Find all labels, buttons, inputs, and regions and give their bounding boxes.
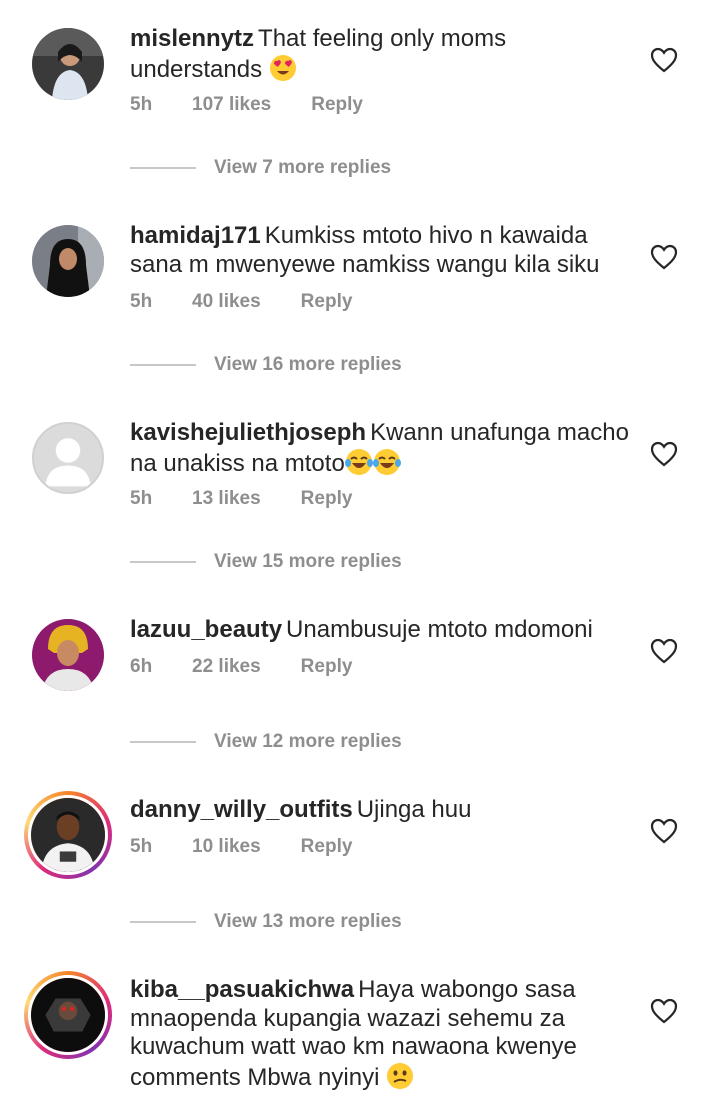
comment-likes[interactable]: 10 likes xyxy=(192,836,261,858)
confused-face-emoji-icon xyxy=(387,1062,414,1089)
avatar-story-ring[interactable] xyxy=(24,791,112,879)
reply-button[interactable]: Reply xyxy=(301,488,353,510)
comment-username[interactable]: lazuu_beauty xyxy=(130,616,282,643)
comment-username[interactable]: kavishejuliethjoseph xyxy=(130,419,366,446)
comments-list: mislennytz That feeling only moms underst… xyxy=(0,0,720,1118)
heart-icon[interactable] xyxy=(650,47,678,73)
replies-divider xyxy=(130,741,196,743)
reply-button[interactable]: Reply xyxy=(311,94,363,116)
replies-divider xyxy=(130,921,196,923)
heart-icon[interactable] xyxy=(650,818,678,844)
comment-username[interactable]: danny_willy_outfits xyxy=(130,796,353,823)
avatar xyxy=(28,795,108,875)
reply-button[interactable]: Reply xyxy=(301,836,353,858)
default-avatar-icon xyxy=(34,424,102,492)
view-replies-label[interactable]: View 7 more replies xyxy=(214,157,391,179)
reply-button[interactable]: Reply xyxy=(301,656,353,678)
avatar[interactable] xyxy=(32,225,104,297)
comment-text: Unambusuje mtoto mdomoni xyxy=(286,616,593,643)
comment-username[interactable]: mislennytz xyxy=(130,25,254,52)
heart-icon[interactable] xyxy=(650,638,678,664)
view-replies-label[interactable]: View 15 more replies xyxy=(214,551,402,573)
reply-button[interactable]: Reply xyxy=(301,291,353,313)
laughing-tears-emoji-icon xyxy=(344,448,373,475)
heart-eyes-emoji-icon xyxy=(269,54,296,81)
comment-meta: 6h 22 likes Reply xyxy=(130,656,352,678)
comment-meta: 5h 13 likes Reply xyxy=(130,488,352,510)
comment-text: Ujinga huu xyxy=(356,796,472,823)
comment-time: 6h xyxy=(130,656,153,677)
heart-icon[interactable] xyxy=(650,441,678,467)
heart-icon[interactable] xyxy=(650,998,678,1024)
replies-divider xyxy=(130,167,196,169)
replies-divider xyxy=(130,561,196,563)
comment-likes[interactable]: 107 likes xyxy=(192,94,271,116)
comment-likes[interactable]: 13 likes xyxy=(192,488,261,510)
avatar xyxy=(28,975,108,1055)
comment-username[interactable]: hamidaj171 xyxy=(130,222,261,249)
comment-username[interactable]: kiba__pasuakichwa xyxy=(130,976,354,1003)
view-replies-button[interactable]: View 15 more replies xyxy=(130,551,402,573)
avatar[interactable] xyxy=(32,422,104,494)
avatar-photo xyxy=(31,978,105,1052)
laughing-tears-emoji-icon xyxy=(372,448,401,475)
comment-time: 5h xyxy=(130,488,153,509)
view-replies-label[interactable]: View 16 more replies xyxy=(214,354,402,376)
heart-icon[interactable] xyxy=(650,244,678,270)
comment-likes[interactable]: 22 likes xyxy=(192,656,261,678)
avatar-photo xyxy=(32,619,104,691)
view-replies-button[interactable]: View 13 more replies xyxy=(130,911,402,933)
comment-time: 5h xyxy=(130,836,153,857)
avatar-photo xyxy=(32,225,104,297)
comment-meta: 5h 10 likes Reply xyxy=(130,836,352,858)
avatar-story-ring[interactable] xyxy=(24,971,112,1059)
comment-meta: 5h 107 likes Reply xyxy=(130,94,363,116)
comment-likes[interactable]: 40 likes xyxy=(192,291,261,313)
avatar-photo xyxy=(32,28,104,100)
avatar-photo xyxy=(31,798,105,872)
comment-meta: 5h 40 likes Reply xyxy=(130,291,352,313)
view-replies-button[interactable]: View 16 more replies xyxy=(130,354,402,376)
avatar[interactable] xyxy=(32,28,104,100)
view-replies-label[interactable]: View 13 more replies xyxy=(214,911,402,933)
comment-time: 5h xyxy=(130,94,153,115)
view-replies-label[interactable]: View 12 more replies xyxy=(214,731,402,753)
replies-divider xyxy=(130,364,196,366)
comment-time: 5h xyxy=(130,291,153,312)
avatar[interactable] xyxy=(32,619,104,691)
view-replies-button[interactable]: View 7 more replies xyxy=(130,157,391,179)
view-replies-button[interactable]: View 12 more replies xyxy=(130,731,402,753)
